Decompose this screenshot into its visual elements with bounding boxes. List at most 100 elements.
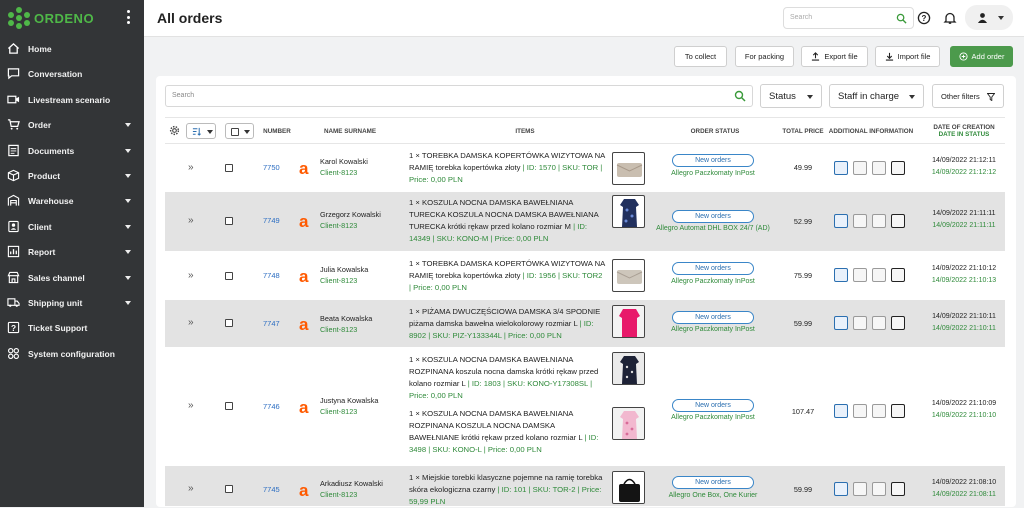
search-icon[interactable] (896, 13, 907, 24)
product-thumbnail[interactable] (612, 152, 645, 185)
order-number-link[interactable]: 7746 (263, 402, 291, 411)
truck-icon[interactable] (834, 214, 848, 228)
order-number-link[interactable]: 7745 (263, 485, 291, 494)
status-badge[interactable]: New orders (672, 399, 754, 412)
document-icon[interactable] (853, 404, 867, 418)
document-icon[interactable] (853, 482, 867, 496)
card-icon[interactable] (891, 268, 905, 282)
help-icon[interactable]: ? (917, 11, 931, 25)
for-packing-button[interactable]: For packing (735, 46, 794, 67)
status-badge[interactable]: New orders (672, 476, 754, 489)
nav-item-order[interactable]: Order (0, 114, 144, 136)
brand-logo[interactable]: ORDENO (8, 6, 94, 30)
gear-icon[interactable] (169, 125, 180, 136)
row-checkbox[interactable] (225, 485, 233, 493)
document-icon[interactable] (853, 214, 867, 228)
status-badge[interactable]: New orders (672, 154, 754, 167)
product-thumbnail[interactable] (612, 259, 645, 292)
nav-item-home[interactable]: Home (0, 38, 144, 60)
label-icon[interactable] (872, 161, 886, 175)
table-row[interactable]: » 7747 a Beata Kowalska Client-8123 1 × … (165, 300, 1005, 348)
order-number-link[interactable]: 7747 (263, 319, 291, 328)
sort-button[interactable] (186, 123, 216, 139)
status-badge[interactable]: New orders (672, 311, 754, 324)
card-icon[interactable] (891, 316, 905, 330)
truck-icon[interactable] (834, 316, 848, 330)
expand-icon[interactable]: » (188, 162, 194, 173)
truck-icon[interactable] (834, 268, 848, 282)
product-thumbnail[interactable] (612, 352, 645, 385)
nav-item-product[interactable]: Product (0, 165, 144, 187)
document-icon[interactable] (853, 161, 867, 175)
truck-icon[interactable] (834, 404, 848, 418)
row-checkbox[interactable] (225, 402, 233, 410)
search-icon[interactable] (734, 90, 746, 102)
card-icon[interactable] (891, 404, 905, 418)
nav-item-warehouse[interactable]: Warehouse (0, 190, 144, 212)
product-thumbnail[interactable] (612, 471, 645, 504)
nav-item-sales-channel[interactable]: Sales channel (0, 267, 144, 289)
document-icon[interactable] (853, 268, 867, 282)
table-row[interactable]: » 7750 a Karol Kowalski Client-8123 1 × … (165, 145, 1005, 192)
expand-icon[interactable]: » (188, 270, 194, 281)
row-checkbox[interactable] (225, 164, 233, 172)
product-thumbnail[interactable] (612, 407, 645, 440)
label-icon[interactable] (872, 268, 886, 282)
expand-icon[interactable]: » (188, 400, 194, 411)
bell-icon[interactable] (943, 11, 957, 25)
order-number-link[interactable]: 7750 (263, 163, 291, 172)
status-badge[interactable]: New orders (672, 262, 754, 275)
status-dropdown[interactable]: Status (760, 84, 822, 108)
col-number[interactable]: NUMBER (257, 128, 297, 135)
nav-item-system-configuration[interactable]: System configuration (0, 343, 144, 365)
row-checkbox[interactable] (225, 272, 233, 280)
table-row[interactable]: » 7748 a Julia Kowalska Client-8123 1 × … (165, 252, 1005, 300)
order-number-link[interactable]: 7748 (263, 271, 291, 280)
table-row[interactable]: » 7746 a Justyna Kowalska Client-8123 1 … (165, 348, 1005, 466)
add-order-button[interactable]: Add order (950, 46, 1013, 67)
user-menu-button[interactable] (965, 5, 1013, 30)
import-file-button[interactable]: Import file (875, 46, 940, 67)
expand-icon[interactable]: » (188, 317, 194, 328)
card-icon[interactable] (891, 482, 905, 496)
label-icon[interactable] (872, 404, 886, 418)
status-badge[interactable]: New orders (672, 210, 754, 223)
nav-item-documents[interactable]: Documents (0, 140, 144, 162)
nav-item-livestream-scenario[interactable]: Livestream scenario (0, 89, 144, 111)
other-filters-button[interactable]: Other filters (932, 84, 1004, 108)
row-checkbox[interactable] (225, 319, 233, 327)
label-icon[interactable] (872, 482, 886, 496)
card-icon[interactable] (891, 214, 905, 228)
to-collect-button[interactable]: To collect (674, 46, 727, 67)
nav-item-report[interactable]: Report (0, 241, 144, 263)
expand-icon[interactable]: » (188, 483, 194, 494)
table-row[interactable]: » 7749 a Grzegorz Kowalski Client-8123 1… (165, 192, 1005, 252)
export-file-button[interactable]: Export file (801, 46, 868, 67)
product-thumbnail[interactable] (612, 195, 645, 228)
truck-icon[interactable] (834, 482, 848, 496)
row-checkbox[interactable] (225, 217, 233, 225)
order-number-link[interactable]: 7749 (263, 216, 291, 225)
label-icon[interactable] (872, 316, 886, 330)
nav-item-conversation[interactable]: Conversation (0, 63, 144, 85)
select-all-dropdown[interactable] (225, 123, 254, 139)
card-icon[interactable] (891, 161, 905, 175)
col-date-in-status[interactable]: DATE IN STATUS (920, 131, 1008, 138)
col-date-created[interactable]: DATE OF CREATION (920, 124, 1008, 131)
label-icon[interactable] (872, 214, 886, 228)
col-name[interactable]: NAME SURNAME (310, 128, 390, 135)
truck-icon[interactable] (834, 161, 848, 175)
col-status[interactable]: ORDER STATUS (670, 128, 760, 135)
document-icon[interactable] (853, 316, 867, 330)
nav-item-shipping-unit[interactable]: Shipping unit (0, 292, 144, 314)
product-thumbnail[interactable] (612, 305, 645, 338)
nav-item-ticket-support[interactable]: ? Ticket Support (0, 317, 144, 339)
col-items[interactable]: ITEMS (485, 128, 565, 135)
col-price[interactable]: TOTAL PRICE (777, 128, 829, 135)
select-all-checkbox[interactable] (231, 128, 239, 136)
more-menu-icon[interactable] (124, 10, 132, 24)
nav-item-client[interactable]: Client (0, 216, 144, 238)
table-row[interactable]: » 7745 a Arkadiusz Kowalski Client-8123 … (165, 466, 1005, 507)
header-search-input[interactable]: Search (783, 7, 914, 29)
orders-search-input[interactable]: Search (165, 85, 753, 107)
